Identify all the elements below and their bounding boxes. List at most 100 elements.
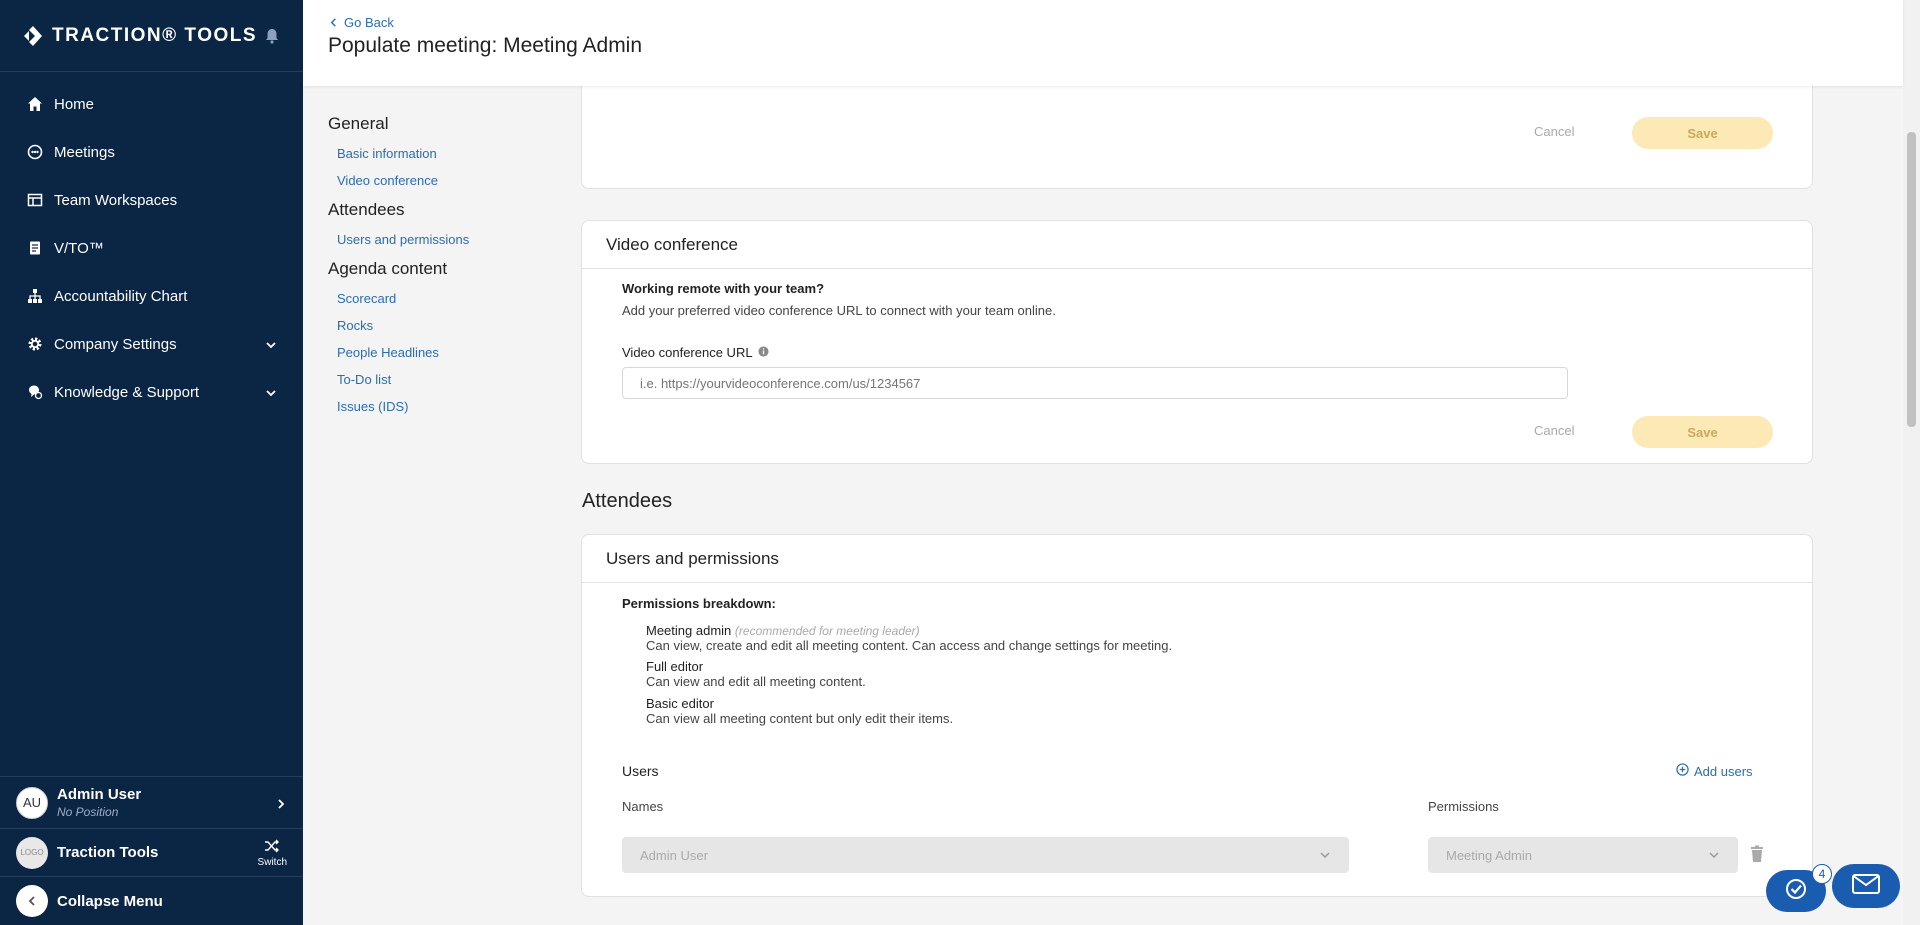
select-value: Meeting Admin: [1446, 847, 1532, 863]
subnav-link-todo-list[interactable]: To-Do list: [337, 372, 548, 387]
nav-label: V/TO™: [54, 239, 104, 257]
perm-item-basic-editor: Basic editor Can view all meeting conten…: [646, 696, 953, 726]
video-description: Add your preferred video conference URL …: [622, 303, 1056, 318]
add-users-label: Add users: [1694, 763, 1753, 779]
cancel-button[interactable]: Cancel: [1534, 124, 1574, 139]
messages-widget-button[interactable]: [1832, 864, 1900, 908]
workspace-icon: [26, 191, 44, 209]
chevron-left-icon: [16, 885, 48, 917]
perm-name: Meeting admin: [646, 623, 732, 638]
names-header: Names: [622, 799, 664, 814]
page-header: Go Back Populate meeting: Meeting Admin: [303, 0, 1903, 86]
user-name: Admin User: [57, 786, 142, 803]
document-icon: [26, 239, 44, 257]
page-scrollbar[interactable]: [1903, 0, 1920, 925]
users-label: Users: [622, 763, 659, 779]
user-profile[interactable]: AU Admin User No Position: [0, 777, 303, 829]
save-button[interactable]: Save: [1632, 416, 1773, 448]
trash-icon[interactable]: [1749, 845, 1765, 868]
envelope-icon: [1852, 873, 1880, 899]
subnav-link-rocks[interactable]: Rocks: [337, 318, 548, 333]
perm-name: Basic editor: [646, 696, 714, 711]
back-link[interactable]: Go Back: [329, 15, 394, 30]
perm-desc: Can view and edit all meeting content.: [646, 674, 866, 689]
nav-item-team-workspaces[interactable]: Team Workspaces: [0, 176, 303, 224]
video-url-input[interactable]: [622, 367, 1568, 399]
perm-item-meeting-admin: Meeting admin (recommended for meeting l…: [646, 623, 1172, 653]
section-title-attendees: Attendees: [582, 490, 673, 512]
perm-desc: Can view all meeting content but only ed…: [646, 711, 954, 726]
perm-desc: Can view, create and edit all meeting co…: [646, 638, 1173, 653]
chevron-down-icon: [265, 338, 277, 350]
video-heading: Working remote with your team?: [622, 281, 825, 296]
perm-item-full-editor: Full editor Can view and edit all meetin…: [646, 659, 866, 689]
org-chart-icon: [26, 287, 44, 305]
subnav-heading-agenda: Agenda content: [328, 259, 448, 278]
nav-item-knowledge-support[interactable]: Knowledge & Support: [0, 368, 303, 416]
permission-select[interactable]: Meeting Admin: [1428, 837, 1738, 873]
brand-name: TRACTION® TOOLS: [52, 24, 258, 46]
subnav-link-basic-information[interactable]: Basic information: [337, 146, 548, 161]
users-permissions-card: Users and permissions Permissions breakd…: [581, 534, 1813, 897]
subnav-link-people-headlines[interactable]: People Headlines: [337, 345, 548, 360]
brand-bar: TRACTION® TOOLS: [0, 0, 303, 72]
nav-label: Company Settings: [54, 335, 177, 353]
subnav-link-issues[interactable]: Issues (IDS): [337, 399, 548, 414]
avatar: AU: [16, 786, 48, 819]
bell-icon[interactable]: [263, 27, 281, 45]
url-label: Video conference URL: [622, 345, 753, 360]
collapse-label: Collapse Menu: [57, 892, 163, 910]
switch-label: Switch: [257, 856, 287, 868]
nav-item-meetings[interactable]: Meetings: [0, 128, 303, 176]
nav-item-company-settings[interactable]: Company Settings: [0, 320, 303, 368]
video-conference-card: Video conference Working remote with you…: [581, 220, 1813, 464]
subnav-link-scorecard[interactable]: Scorecard: [337, 291, 548, 306]
nav-label: Home: [54, 95, 95, 113]
back-label: Go Back: [344, 15, 394, 30]
perm-name: Full editor: [646, 659, 704, 674]
chevron-down-icon: [265, 386, 277, 398]
tasks-count-badge: 4: [1812, 864, 1832, 884]
chevron-right-icon: [275, 797, 287, 809]
chevron-left-icon: [329, 15, 338, 30]
gear-icon: [26, 335, 44, 353]
chevron-down-icon: [1319, 849, 1331, 861]
nav-item-accountability-chart[interactable]: Accountability Chart: [0, 272, 303, 320]
shuffle-icon: [264, 838, 280, 857]
nav-label: Meetings: [54, 143, 115, 161]
switch-button[interactable]: Switch: [258, 838, 287, 868]
user-position: No Position: [57, 805, 119, 819]
nav-label: Accountability Chart: [54, 287, 188, 305]
card-title: Users and permissions: [582, 535, 1812, 583]
subnav-link-users-permissions[interactable]: Users and permissions: [337, 232, 548, 247]
cancel-button[interactable]: Cancel: [1534, 423, 1574, 438]
subnav-link-video-conference[interactable]: Video conference: [337, 173, 548, 188]
perm-note: (recommended for meeting leader): [734, 624, 920, 638]
nav-label: Knowledge & Support: [54, 383, 200, 401]
user-name-select[interactable]: Admin User: [622, 837, 1349, 873]
add-users-button[interactable]: Add users: [1676, 763, 1753, 779]
nav-item-vto[interactable]: V/TO™: [0, 224, 303, 272]
permissions-breakdown-label: Permissions breakdown:: [622, 596, 776, 611]
org-switcher[interactable]: LOGO Traction Tools Switch: [0, 829, 303, 877]
support-icon: [26, 383, 44, 401]
subnav-heading-general: General: [328, 114, 389, 133]
card-title: Video conference: [582, 221, 1812, 269]
user-info: Admin User No Position: [57, 786, 141, 819]
permissions-header: Permissions: [1428, 799, 1499, 814]
checklist-icon: [1785, 878, 1807, 905]
nav-item-home[interactable]: Home: [0, 80, 303, 128]
main-nav: Home Meetings Team Workspaces V/TO™ Acco…: [0, 72, 303, 416]
sidebar: TRACTION® TOOLS Home Meetings Team Works…: [0, 0, 303, 925]
brand-logo[interactable]: TRACTION® TOOLS: [22, 25, 257, 47]
scrollbar-thumb[interactable]: [1907, 132, 1916, 427]
nav-label: Team Workspaces: [54, 191, 178, 209]
save-button[interactable]: Save: [1632, 117, 1773, 149]
url-label-row: Video conference URL: [622, 345, 769, 360]
page-title: Populate meeting: Meeting Admin: [328, 34, 643, 57]
traction-logo-icon: [22, 25, 44, 47]
chevron-down-icon: [1708, 849, 1720, 861]
meetings-icon: [26, 143, 44, 161]
collapse-menu[interactable]: Collapse Menu: [0, 877, 303, 925]
info-icon[interactable]: [758, 345, 769, 360]
